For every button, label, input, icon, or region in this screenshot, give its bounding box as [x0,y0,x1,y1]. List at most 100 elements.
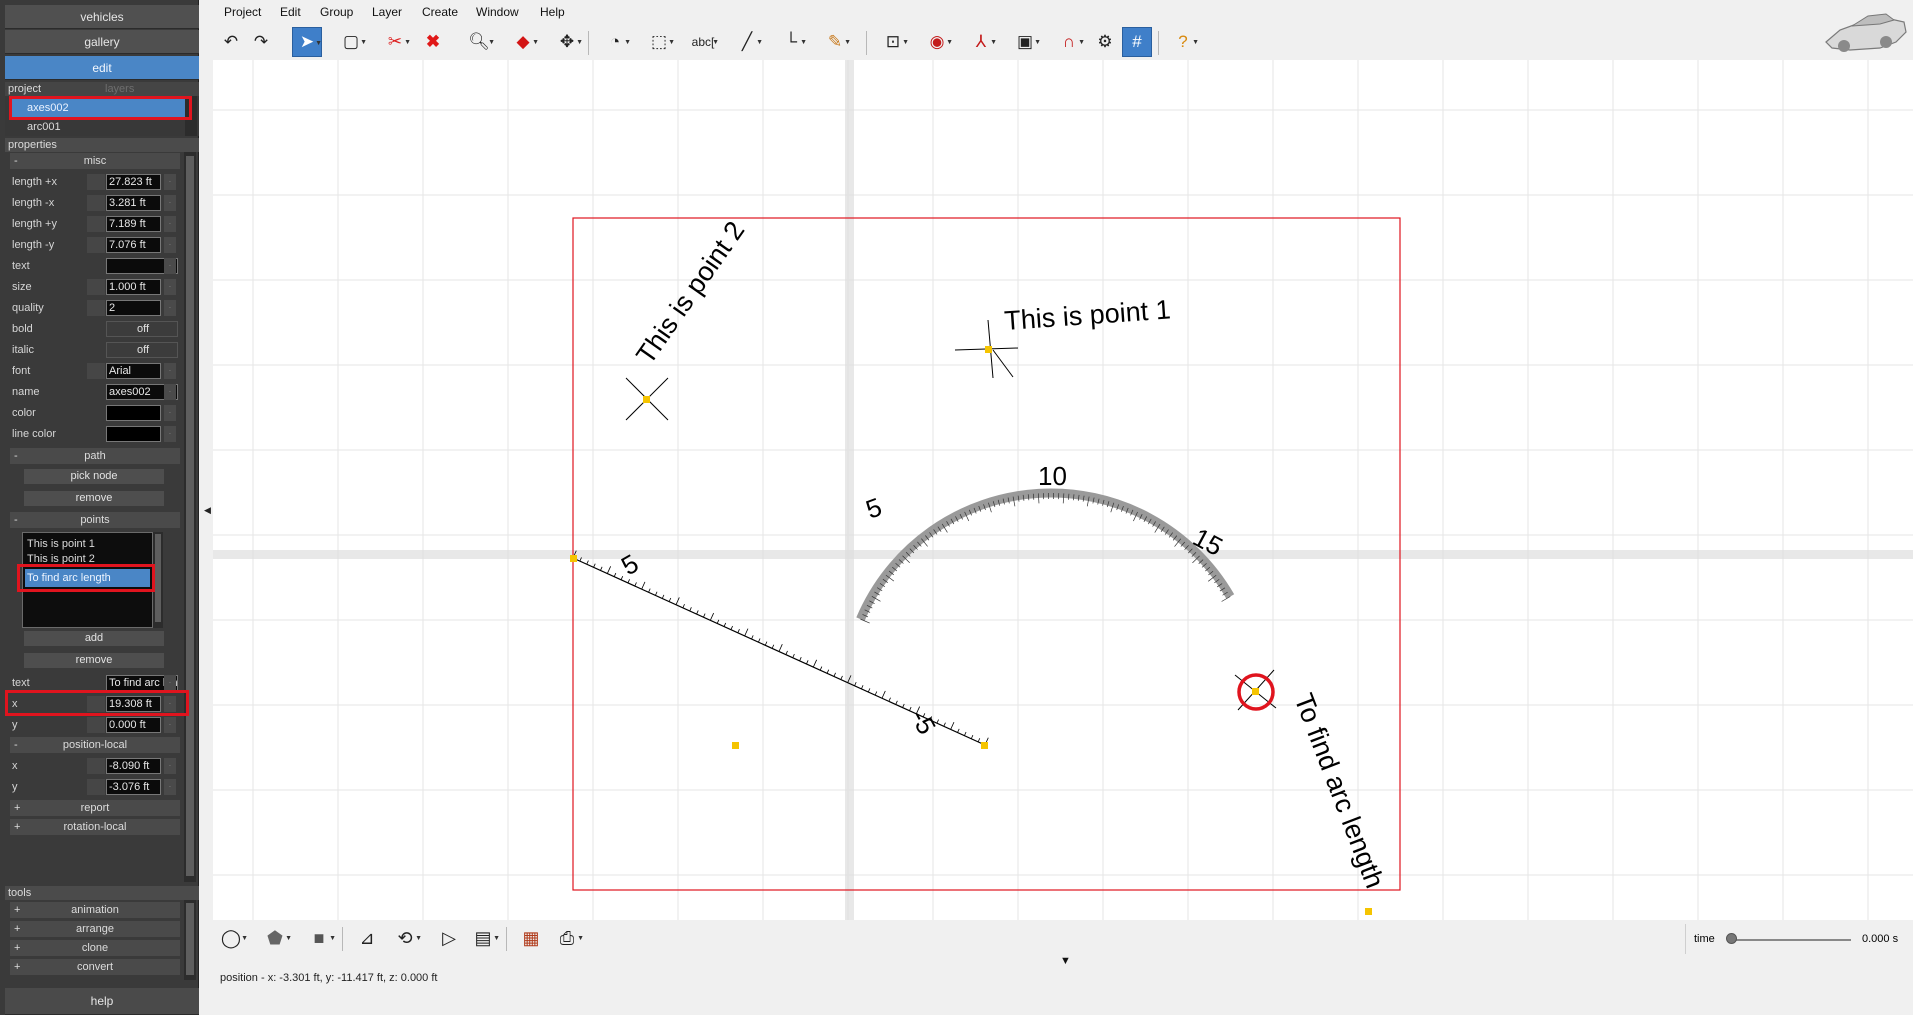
property-input[interactable]: -8.090 ft [106,758,161,774]
tool-convert[interactable]: + convert [10,959,180,975]
property-input[interactable]: 2 [106,300,161,316]
drawing-surface[interactable]: 5 -5 5 10 15 This is point 1 This is poi… [213,60,1913,920]
property-spin-button[interactable]: · [164,174,176,190]
delete-icon[interactable]: ✖ [418,27,448,57]
magnet-icon[interactable]: ∩ ▼ [1054,27,1085,57]
collapse-panel-icon[interactable]: ◀ [204,505,211,516]
menu-layer[interactable]: Layer [372,5,402,19]
property-spin-button[interactable]: · [164,405,176,421]
property-spin-button[interactable]: · [164,363,176,379]
fill-box-icon[interactable]: ■ ▼ [304,923,336,953]
points-list-item[interactable]: This is point 1 [25,535,150,553]
ruler-end-handle[interactable] [981,742,988,749]
property-input[interactable]: 0.000 ft [106,717,161,733]
solid-box-icon[interactable]: ◆ ▼ [508,27,539,57]
property-drag-handle[interactable] [87,237,105,253]
property-spin-button[interactable]: · [164,216,176,232]
property-input[interactable]: off [106,321,178,337]
layout-icon[interactable]: ▦ [516,923,546,953]
help-icon[interactable]: ? ▼ [1168,27,1199,57]
report-section-header[interactable]: + report [10,800,180,816]
remove-point-button[interactable]: remove [23,652,165,669]
property-input[interactable]: 7.076 ft [106,237,161,253]
select-pointer-icon[interactable]: ➤ ▼ [292,27,322,57]
menu-edit[interactable]: Edit [280,5,301,19]
time-slider-track[interactable] [1731,939,1851,941]
image-icon[interactable]: ▣ ▼ [1010,27,1041,57]
property-spin-button[interactable]: · [164,279,176,295]
property-spin-button[interactable]: · [164,758,176,774]
property-drag-handle[interactable] [87,779,105,795]
line-icon[interactable]: ╱ ▼ [732,27,763,57]
property-spin-button[interactable]: · [164,426,176,442]
box-corner-handle[interactable] [1365,908,1372,915]
tool-clone[interactable]: + clone [10,940,180,956]
undo-icon[interactable]: ↶ [216,27,246,57]
property-input[interactable] [106,405,161,421]
misc-section-header[interactable]: - misc [10,153,180,169]
grid-icon[interactable]: # [1122,27,1152,57]
rectangle-select-icon[interactable]: ▢ ▼ [336,27,367,57]
rotation-local-section-header[interactable]: + rotation-local [10,819,180,835]
pick-node-button[interactable]: pick node [23,468,165,485]
animation-toggle[interactable]: + [14,902,20,918]
circle-icon[interactable]: ◯ ▼ [216,923,248,953]
position-local-section-header[interactable]: - position-local [10,737,180,753]
text-icon[interactable]: abc[▼ [688,27,719,57]
play-icon[interactable]: ▷ [434,923,464,953]
point-2-marker[interactable] [625,377,669,421]
tab-layers[interactable]: layers [105,82,134,96]
measure-icon[interactable]: ◔ ▼ [600,27,631,57]
menu-window[interactable]: Window [476,5,519,19]
arc-length-label[interactable]: To find arc length [1288,689,1390,892]
tree-item-arc001[interactable]: arc001 [11,118,187,136]
help-button[interactable]: help [5,988,199,1015]
properties-scroll-thumb[interactable] [186,156,194,876]
cut-icon[interactable]: ✂ ▼ [380,27,411,57]
edit-button[interactable]: edit [5,56,199,80]
property-input[interactable]: off [106,342,178,358]
clone-toggle[interactable]: + [14,940,20,956]
path-remove-button[interactable]: remove [23,490,165,507]
expand-timeline-icon[interactable]: ▼ [1060,955,1071,967]
zoom-icon[interactable]: 🔍︎ ▼ [464,27,495,57]
property-drag-handle[interactable] [87,174,105,190]
pivot-handle[interactable] [732,742,739,749]
tool-arrange[interactable]: + arrange [10,921,180,937]
gear-icon[interactable]: ⚙ [1090,27,1120,57]
point-2-label[interactable]: This is point 2 [630,216,750,370]
drawing-canvas[interactable]: 5 -5 5 10 15 This is point 1 This is poi… [213,60,1913,920]
axes-icon[interactable]: └ ▼ [776,27,807,57]
property-drag-handle[interactable] [87,195,105,211]
report-toggle[interactable]: + [14,800,20,816]
property-input[interactable]: 3.281 ft [106,195,161,211]
graph-icon[interactable]: ⊿ [352,923,382,953]
points-scroll-thumb[interactable] [155,534,161,622]
menu-create[interactable]: Create [422,5,458,19]
points-section-header[interactable]: - points [10,512,180,528]
property-spin-button[interactable]: · [164,300,176,316]
paper-icon[interactable]: ⬚ ▼ [644,27,675,57]
point-1-label[interactable]: This is point 1 [1003,294,1171,336]
ruler-start-handle[interactable] [570,555,577,562]
point-1-handle[interactable] [985,346,992,353]
property-drag-handle[interactable] [87,216,105,232]
gallery-button[interactable]: gallery [5,30,199,54]
misc-toggle[interactable]: - [14,153,18,169]
property-input[interactable]: 27.823 ft [106,174,161,190]
path-toggle[interactable]: - [14,448,18,464]
property-spin-button[interactable]: · [164,384,176,400]
arc-length-point-handle[interactable] [1252,688,1259,695]
menu-project[interactable]: Project [224,5,261,19]
property-spin-button[interactable]: · [164,675,176,691]
property-drag-handle[interactable] [87,363,105,379]
shield-shape-icon[interactable]: ⬟ ▼ [260,923,292,953]
transform-icon[interactable]: ⟲ ▼ [390,923,422,953]
add-point-button[interactable]: add [23,630,165,647]
property-drag-handle[interactable] [87,758,105,774]
redo-icon[interactable]: ↷ [246,27,276,57]
property-spin-button[interactable]: · [164,195,176,211]
points-toggle[interactable]: - [14,512,18,528]
property-input[interactable]: Arial [106,363,161,379]
vehicles-button[interactable]: vehicles [5,5,199,29]
